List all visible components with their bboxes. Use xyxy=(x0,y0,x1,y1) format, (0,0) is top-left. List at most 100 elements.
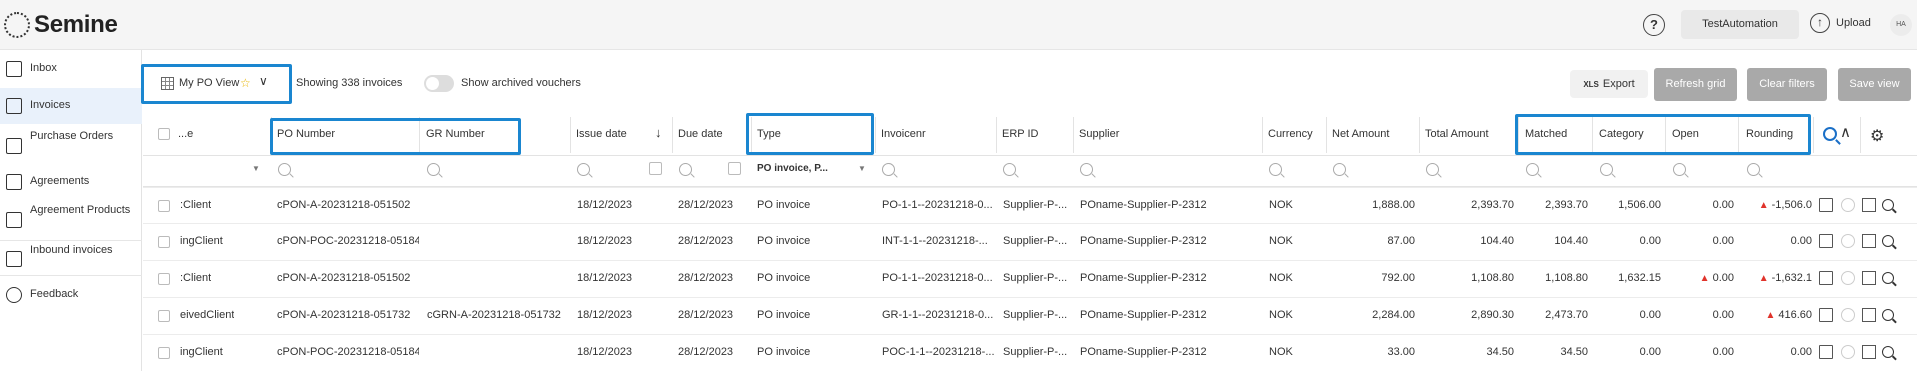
chevron-down-icon[interactable]: ∨ xyxy=(259,74,268,88)
search-icon[interactable] xyxy=(427,163,440,176)
eye-icon[interactable] xyxy=(1841,308,1855,322)
external-link-icon[interactable] xyxy=(1862,308,1876,322)
search-icon[interactable] xyxy=(1882,309,1894,321)
column-header[interactable]: ...e xyxy=(178,128,193,140)
export-button[interactable]: XLS Export xyxy=(1570,70,1648,98)
cell-category-value: 1,506.00 xyxy=(1618,199,1661,211)
cell-type: PO invoice xyxy=(757,272,811,284)
column-header-invoicenr[interactable]: Invoicenr xyxy=(881,128,926,140)
sidebar-item-inbox[interactable]: Inbox xyxy=(0,57,142,81)
row-checkbox[interactable] xyxy=(158,273,170,285)
search-icon[interactable] xyxy=(1673,163,1686,176)
eye-icon[interactable] xyxy=(1841,198,1855,212)
eye-icon[interactable] xyxy=(1841,271,1855,285)
archived-label: Show archived vouchers xyxy=(461,77,581,89)
calendar-icon[interactable] xyxy=(649,162,662,175)
cell-rounding-value: -1,632.1 xyxy=(1771,272,1812,284)
help-icon[interactable]: ? xyxy=(1643,14,1665,36)
archived-toggle[interactable] xyxy=(424,75,454,92)
search-icon[interactable] xyxy=(882,163,895,176)
clear-filters-button[interactable]: Clear filters xyxy=(1747,68,1827,101)
chevron-down-icon[interactable]: ▼ xyxy=(858,164,866,173)
column-header-issue-date[interactable]: Issue date xyxy=(576,128,627,140)
search-icon[interactable] xyxy=(1882,235,1894,247)
sidebar-item-agreements[interactable]: Agreements xyxy=(0,170,142,194)
document-check-icon[interactable] xyxy=(1819,271,1833,285)
avatar[interactable]: HA xyxy=(1890,14,1912,36)
external-link-icon[interactable] xyxy=(1862,345,1876,359)
logo[interactable]: Semine xyxy=(4,11,118,39)
search-icon[interactable] xyxy=(1882,199,1894,211)
upload-button[interactable]: ↑ Upload xyxy=(1810,13,1871,33)
sidebar-item-inbound-invoices[interactable]: Inbound invoices xyxy=(0,240,142,276)
sidebar-item-purchase-orders[interactable]: Purchase Orders xyxy=(0,128,142,164)
star-icon[interactable]: ☆ xyxy=(240,76,251,90)
column-header-erp-id[interactable]: ERP ID xyxy=(1002,128,1038,140)
search-icon[interactable] xyxy=(1747,163,1760,176)
column-header-supplier[interactable]: Supplier xyxy=(1079,128,1119,140)
row-checkbox[interactable] xyxy=(158,347,170,359)
sidebar-item-feedback[interactable]: Feedback xyxy=(0,283,142,307)
cell-issue-date: 18/12/2023 xyxy=(577,199,633,211)
sort-desc-icon[interactable]: ↓ xyxy=(655,125,662,140)
column-divider xyxy=(672,117,673,153)
sidebar-item-agreement-products[interactable]: Agreement Products xyxy=(0,202,142,238)
eye-icon[interactable] xyxy=(1841,234,1855,248)
cell-invoicenr: PO-1-1--20231218-0... xyxy=(882,199,993,211)
document-icon xyxy=(6,98,22,114)
cell-category: 0.00 xyxy=(1640,235,1661,247)
column-header-currency[interactable]: Currency xyxy=(1268,128,1313,140)
cell-matched: 104.40 xyxy=(1554,235,1588,247)
column-divider xyxy=(1419,117,1420,153)
cell-category: 0.00 xyxy=(1640,346,1661,358)
chevron-up-icon[interactable]: ∧ xyxy=(1840,123,1851,141)
sidebar-item-invoices[interactable]: Invoices xyxy=(0,88,142,124)
cell-issue-date: 18/12/2023 xyxy=(577,235,633,247)
search-icon[interactable] xyxy=(1333,163,1346,176)
save-view-button[interactable]: Save view xyxy=(1838,68,1911,101)
search-icon[interactable] xyxy=(577,163,590,176)
column-header-total-amount[interactable]: Total Amount xyxy=(1425,128,1489,140)
chevron-down-icon[interactable]: ▼ xyxy=(252,164,260,173)
cell-rounding: ▲ -1,506.0 xyxy=(1759,199,1812,211)
external-link-icon[interactable] xyxy=(1862,271,1876,285)
user-button[interactable]: TestAutomation xyxy=(1681,10,1799,39)
search-icon[interactable] xyxy=(1882,272,1894,284)
type-filter-value[interactable]: PO invoice, P... xyxy=(757,163,828,174)
search-icon[interactable] xyxy=(1823,127,1837,141)
select-all-checkbox[interactable] xyxy=(158,128,170,140)
document-check-icon[interactable] xyxy=(1819,345,1833,359)
cell-erp-id: Supplier-P-... xyxy=(1003,309,1068,321)
search-icon[interactable] xyxy=(1003,163,1016,176)
warning-icon: ▲ xyxy=(1758,200,1769,211)
gear-icon[interactable]: ⚙ xyxy=(1870,126,1884,146)
calendar-icon[interactable] xyxy=(728,162,741,175)
row-checkbox[interactable] xyxy=(158,200,170,212)
search-icon[interactable] xyxy=(1426,163,1439,176)
search-icon[interactable] xyxy=(278,163,291,176)
document-check-icon[interactable] xyxy=(1819,234,1833,248)
search-icon[interactable] xyxy=(1882,346,1894,358)
search-icon[interactable] xyxy=(679,163,692,176)
refresh-grid-button[interactable]: Refresh grid xyxy=(1654,68,1737,101)
row-divider xyxy=(143,260,1917,261)
column-header-due-date[interactable]: Due date xyxy=(678,128,723,140)
eye-icon[interactable] xyxy=(1841,345,1855,359)
column-header-net-amount[interactable]: Net Amount xyxy=(1332,128,1389,140)
cell-open-value: 0.00 xyxy=(1712,309,1734,321)
warning-icon: ▲ xyxy=(1699,273,1710,284)
search-icon[interactable] xyxy=(1080,163,1093,176)
cell-po-number: cPON-A-20231218-051732 xyxy=(277,309,411,321)
column-divider xyxy=(875,117,876,153)
search-icon[interactable] xyxy=(1600,163,1613,176)
search-icon[interactable] xyxy=(1269,163,1282,176)
row-checkbox[interactable] xyxy=(158,236,170,248)
external-link-icon[interactable] xyxy=(1862,234,1876,248)
document-check-icon[interactable] xyxy=(1819,308,1833,322)
search-icon[interactable] xyxy=(1526,163,1539,176)
external-link-icon[interactable] xyxy=(1862,198,1876,212)
cell-issue-date: 18/12/2023 xyxy=(577,346,633,358)
document-check-icon[interactable] xyxy=(1819,198,1833,212)
row-checkbox[interactable] xyxy=(158,310,170,322)
column-divider xyxy=(996,117,997,153)
